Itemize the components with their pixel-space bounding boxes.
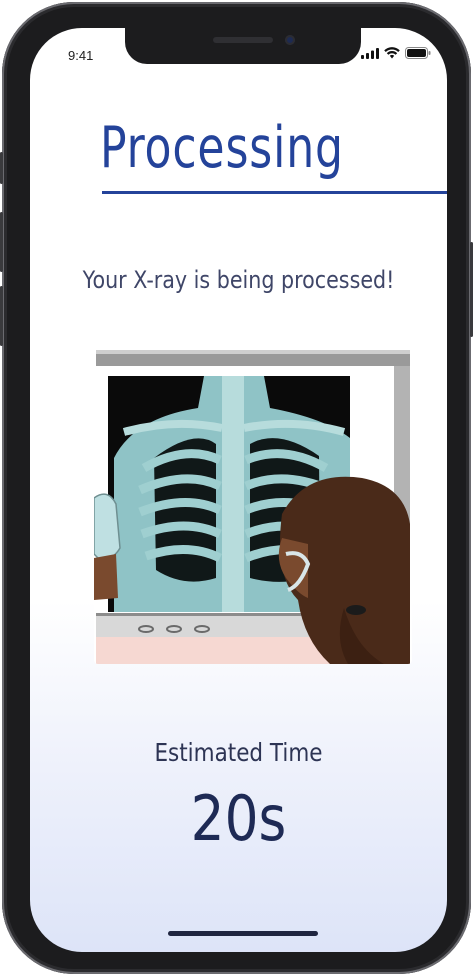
title-underline bbox=[102, 191, 447, 194]
front-camera-icon bbox=[285, 35, 295, 45]
notch bbox=[125, 28, 361, 64]
silent-switch bbox=[0, 152, 3, 184]
volume-up-button bbox=[0, 212, 3, 272]
volume-down-button bbox=[0, 286, 3, 346]
speaker-grille bbox=[213, 37, 273, 43]
phone-frame: 9:41 Processing Your X-ray is being proc… bbox=[0, 2, 473, 974]
home-indicator[interactable] bbox=[168, 931, 318, 936]
signal-icon bbox=[361, 47, 379, 59]
app-screen: 9:41 Processing Your X-ray is being proc… bbox=[30, 28, 447, 952]
xray-illustration-graphic bbox=[94, 348, 412, 664]
battery-icon bbox=[405, 47, 431, 59]
estimated-time-label: Estimated Time bbox=[154, 738, 323, 767]
status-icons bbox=[361, 47, 431, 59]
estimated-time-value: 20s bbox=[190, 782, 287, 855]
page-title: Processing bbox=[100, 115, 344, 181]
xray-doctor-illustration bbox=[94, 348, 412, 664]
wifi-icon bbox=[384, 47, 400, 59]
processing-message: Your X-ray is being processed! bbox=[82, 266, 395, 294]
status-time: 9:41 bbox=[68, 48, 94, 63]
